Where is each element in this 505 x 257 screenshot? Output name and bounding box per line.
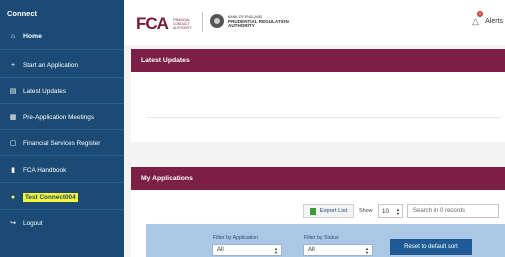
sidebar-item-label: Logout <box>23 219 43 227</box>
page-size-select[interactable]: 10 ▲ ▼ <box>378 204 403 218</box>
latest-updates-header: Latest Updates <box>131 49 505 72</box>
search-input[interactable]: Search in 0 records <box>407 204 499 218</box>
search-placeholder: Search in 0 records <box>413 208 466 214</box>
export-list-button[interactable]: Export List <box>303 204 354 218</box>
sidebar-item-logout[interactable]: ↪ Logout <box>0 214 124 232</box>
latest-updates-title: Latest Updates <box>141 57 190 64</box>
sidebar-item-label: Latest Updates <box>23 87 66 95</box>
export-list-label: Export List <box>319 208 348 214</box>
show-label: Show <box>359 208 373 214</box>
my-applications-title: My Applications <box>141 175 193 182</box>
sidebar-divider <box>0 182 124 183</box>
sidebar-item-latest-updates[interactable]: ▤ Latest Updates <box>0 82 124 100</box>
sidebar-item-home[interactable]: ⌂ Home <box>0 26 124 46</box>
sidebar-divider <box>0 129 124 130</box>
sidebar-item-pre-application-meetings[interactable]: ▦ Pre-Application Meetings <box>0 108 124 126</box>
sidebar-item-start-application[interactable]: + Start an Application <box>0 56 124 74</box>
sidebar-item-label: Start an Application <box>23 61 79 69</box>
sidebar-item-label: Pre-Application Meetings <box>23 113 95 121</box>
latest-updates-body <box>131 72 505 142</box>
home-icon: ⌂ <box>10 32 16 40</box>
reset-default-sort-label: Reset to default sort <box>404 244 458 250</box>
header-divider <box>202 12 203 32</box>
logout-icon: ↪ <box>10 220 16 227</box>
sidebar-divider <box>0 49 124 50</box>
excel-icon <box>309 207 316 215</box>
book-icon: ▮ <box>11 167 15 174</box>
plus-icon: + <box>10 61 16 69</box>
alerts-count-badge: 0 <box>477 11 484 17</box>
pra-line-3: AUTHORITY <box>228 23 255 28</box>
filter-application-select[interactable]: All ▲ ▼ <box>212 244 282 256</box>
sidebar-divider <box>0 103 124 104</box>
filter-application-label: Filter by Application <box>213 235 258 241</box>
pra-logo-text: BANK OF ENGLAND PRUDENTIAL REGULATION AU… <box>228 15 289 29</box>
filter-application-value: All <box>217 247 224 253</box>
updown-arrows-icon: ▲ ▼ <box>365 246 369 255</box>
monitor-icon: ▢ <box>9 140 17 147</box>
my-applications-header: My Applications <box>131 167 505 190</box>
filter-status-label: Filter by Status <box>304 235 339 241</box>
filter-status-value: All <box>308 247 315 253</box>
sidebar-divider <box>0 155 124 156</box>
alerts-button[interactable]: △ 0 Alerts <box>472 11 503 27</box>
reset-default-sort-button[interactable]: Reset to default sort <box>390 239 472 255</box>
user-icon: ● <box>10 193 16 201</box>
alerts-label: Alerts <box>485 18 503 25</box>
calendar-icon: ▦ <box>9 114 17 121</box>
bank-of-england-crest-icon <box>210 14 224 28</box>
sidebar-item-fca-handbook[interactable]: ▮ FCA Handbook <box>0 161 124 179</box>
filter-status-select[interactable]: All ▲ ▼ <box>303 244 373 256</box>
sidebar-divider <box>0 77 124 78</box>
sidebar-item-user-profile[interactable]: ● Test Connect004 <box>0 188 124 206</box>
sidebar-item-label: FCA Handbook <box>23 166 67 174</box>
sidebar-title: Connect <box>7 9 37 18</box>
sidebar-item-financial-services-register[interactable]: ▢ Financial Services Register <box>0 134 124 152</box>
fca-logo-subtitle: FINANCIAL CONDUCT AUTHORITY <box>172 18 193 30</box>
sidebar: Connect ⌂ Home + Start an Application ▤ … <box>0 0 124 257</box>
updown-arrows-icon: ▲ ▼ <box>274 246 278 255</box>
divider-line <box>146 117 501 118</box>
fca-logo-letters: FCA <box>136 14 169 33</box>
sidebar-item-label: Home <box>23 32 42 40</box>
page-size-value: 10 <box>382 207 389 215</box>
sidebar-divider <box>0 209 124 210</box>
top-header: FCA FINANCIAL CONDUCT AUTHORITY BANK OF … <box>124 0 505 45</box>
sidebar-item-label: Test Connect004 <box>23 192 78 202</box>
fca-logo[interactable]: FCA FINANCIAL CONDUCT AUTHORITY <box>136 14 199 34</box>
bell-icon: △ 0 <box>472 11 484 26</box>
newspaper-icon: ▤ <box>9 88 17 95</box>
updown-arrows-icon: ▲ ▼ <box>396 207 400 216</box>
sidebar-item-label: Financial Services Register <box>23 139 101 147</box>
